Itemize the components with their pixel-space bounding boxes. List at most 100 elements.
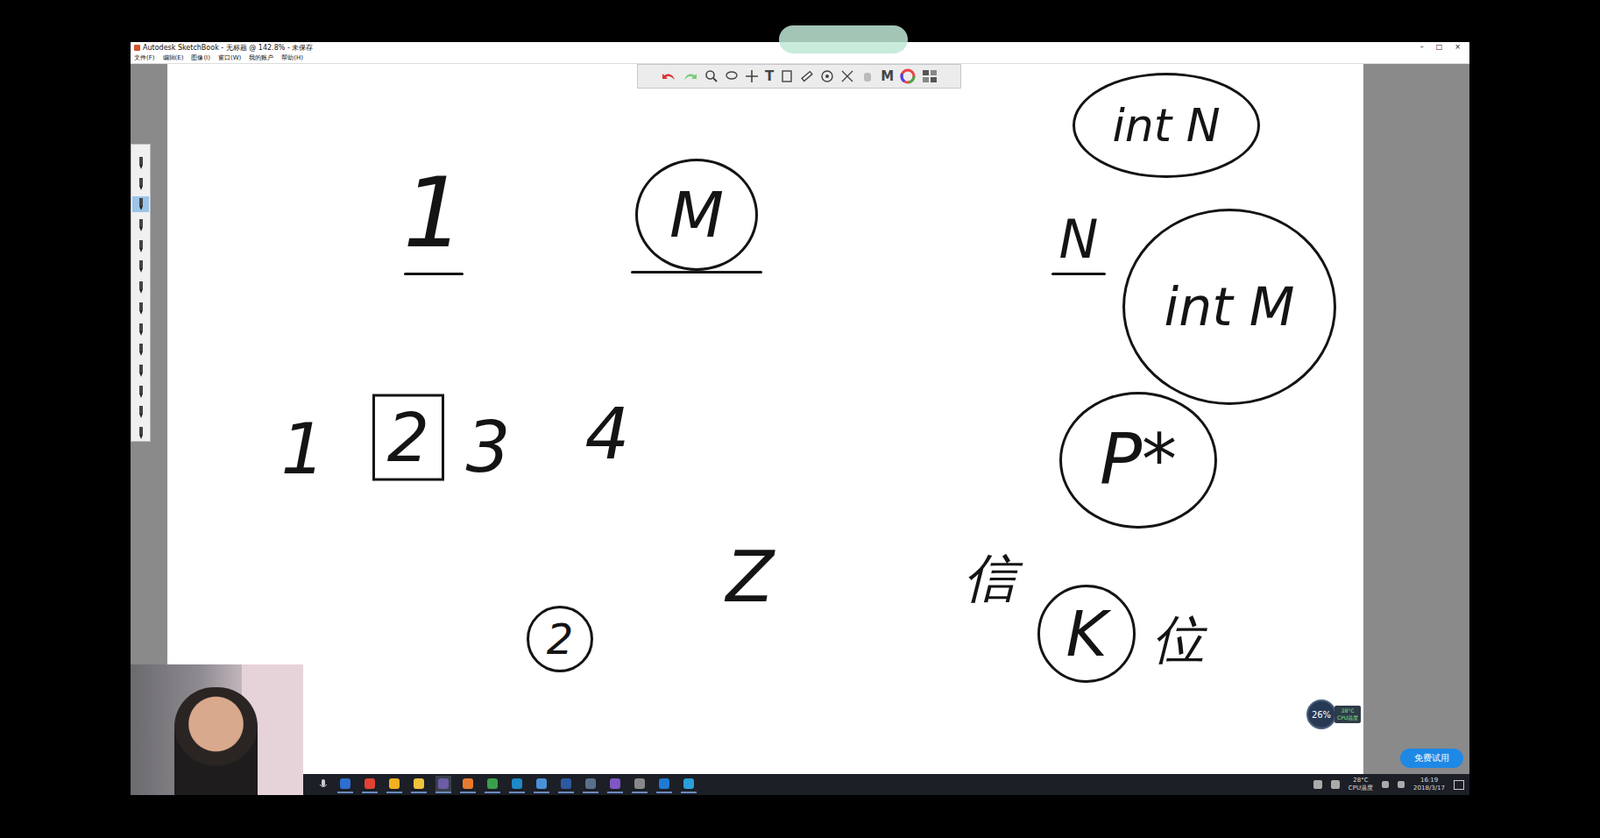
menu-item[interactable]: 文件(F): [134, 53, 156, 63]
swatches-icon[interactable]: [921, 69, 938, 84]
handwritten-text: int N: [1111, 102, 1220, 149]
taskbar-app-icon[interactable]: [460, 775, 476, 793]
handwritten-mark: P*: [1059, 391, 1218, 529]
taskbar-app-icon[interactable]: [337, 775, 354, 793]
handwritten-text: N: [1059, 212, 1099, 266]
handwritten-text: 位: [1152, 612, 1205, 666]
brush-tool[interactable]: [132, 238, 149, 255]
drawing-canvas[interactable]: T M 1 M int N N int M P* 1 2 3 4 2 Z 信 K…: [167, 63, 1364, 774]
window-control-button[interactable]: –: [1420, 42, 1424, 52]
handwritten-mark: int N: [1072, 72, 1261, 178]
zoom-icon[interactable]: [704, 69, 719, 84]
layer-icon[interactable]: [779, 69, 794, 84]
clock[interactable]: 16:19 2018/3/17: [1413, 776, 1445, 793]
free-trial-button[interactable]: 免费试用: [1400, 748, 1464, 768]
window-control-button[interactable]: □: [1436, 42, 1444, 52]
transform-icon[interactable]: [840, 69, 855, 84]
handwritten-mark: 1: [283, 405, 323, 494]
taskbar-app-icon[interactable]: [484, 775, 501, 793]
brush-tool[interactable]: [132, 404, 149, 421]
handwritten-text: 1: [403, 164, 465, 262]
move-icon[interactable]: [744, 69, 759, 84]
microphone-icon[interactable]: [318, 778, 329, 791]
notification-icon[interactable]: [1453, 779, 1465, 790]
brush-tool[interactable]: [132, 424, 149, 441]
right-margin: [1363, 63, 1470, 774]
underline-stroke: [1051, 272, 1107, 276]
system-tray: 28°C CPU温度 16:19 2018/3/17: [1313, 776, 1465, 793]
brush-tool[interactable]: [132, 383, 149, 400]
handwritten-text: P*: [1099, 424, 1177, 496]
taskbar: 28°C CPU温度 16:19 2018/3/17: [130, 773, 1470, 795]
brush-tool[interactable]: [132, 300, 149, 317]
recording-indicator: [778, 25, 908, 54]
text-tool[interactable]: T: [764, 68, 774, 85]
taskbar-app-icon[interactable]: [533, 775, 550, 793]
cpu-usage: 26%: [1306, 699, 1337, 730]
brush-tool[interactable]: [132, 259, 149, 276]
redo-icon[interactable]: [682, 70, 699, 83]
taskbar-app-icon[interactable]: [631, 775, 648, 793]
ink-icon: [135, 239, 147, 254]
brush-tool[interactable]: [132, 176, 149, 192]
menu-item[interactable]: 窗口(W): [218, 53, 241, 63]
handwritten-text: M: [669, 183, 724, 247]
taskbar-app-icon[interactable]: [582, 775, 599, 793]
performance-badge: 26% 28°C CPU温度: [1306, 699, 1361, 730]
sketchbook-icon: [134, 44, 141, 51]
chisel-icon: [135, 363, 147, 378]
fill-icon: [135, 301, 147, 316]
handwritten-mark: Z: [718, 538, 782, 617]
ruler-icon[interactable]: [800, 69, 815, 84]
handwritten-text: 4: [585, 399, 631, 470]
hand-icon[interactable]: [860, 69, 875, 84]
brush-tool[interactable]: [132, 196, 149, 213]
pencil-icon: [135, 155, 147, 170]
tray-icon[interactable]: [1313, 779, 1323, 789]
sketchbook-window: Autodesk SketchBook - 无标题 @ 142.8% - 未保存…: [130, 42, 1470, 795]
menu-item[interactable]: 图像(I): [191, 53, 211, 63]
brush-tool[interactable]: [132, 321, 149, 338]
brush-tool[interactable]: [132, 279, 149, 296]
brush-tool[interactable]: [132, 341, 149, 358]
color-wheel-icon[interactable]: [899, 68, 916, 85]
window-controls: – □ ×: [1420, 42, 1466, 52]
taskbar-app-icon[interactable]: [680, 775, 697, 793]
handwritten-mark: N: [1054, 208, 1104, 270]
workspace: T M 1 M int N N int M P* 1 2 3 4 2 Z 信 K…: [130, 63, 1470, 774]
lasso-icon[interactable]: [724, 69, 739, 84]
handwritten-text: 1: [281, 414, 326, 485]
taskbar-apps: [318, 775, 697, 793]
tray-icon[interactable]: [1330, 779, 1340, 789]
handwritten-mark: 2: [526, 605, 594, 673]
ellipse-guide-icon[interactable]: [820, 69, 835, 84]
brush-tool[interactable]: [132, 155, 149, 171]
taskbar-app-icon[interactable]: [558, 775, 574, 793]
webcam-person: [174, 686, 258, 795]
brush-tool[interactable]: [132, 362, 149, 379]
menu-item[interactable]: 编辑(E): [162, 53, 185, 63]
taskbar-app-icon[interactable]: [656, 775, 673, 793]
handwritten-text: 3: [466, 412, 511, 483]
menu-item[interactable]: 帮助(H): [281, 53, 304, 63]
taskbar-app-icon[interactable]: [386, 775, 403, 793]
symmetry-tool[interactable]: M: [880, 68, 894, 85]
brush-tool[interactable]: [132, 217, 149, 234]
airbrush-icon: [135, 218, 147, 233]
network-icon[interactable]: [1381, 780, 1389, 788]
volume-icon[interactable]: [1397, 780, 1405, 788]
window-control-button[interactable]: ×: [1454, 42, 1461, 52]
taskbar-app-icon[interactable]: [607, 775, 624, 793]
taskbar-app-icon[interactable]: [361, 775, 378, 793]
undo-icon[interactable]: [660, 70, 677, 83]
taskbar-app-icon[interactable]: [509, 775, 525, 793]
watercolor-icon: [135, 425, 147, 440]
menu-item[interactable]: 我的账户: [248, 53, 274, 63]
felt-icon: [135, 384, 147, 399]
taskbar-app-icon[interactable]: [410, 775, 427, 793]
handwritten-text: 2: [546, 617, 574, 660]
taskbar-app-icon[interactable]: [435, 775, 452, 793]
handwritten-mark: 信: [958, 533, 1022, 622]
handwritten-text: int M: [1163, 280, 1295, 333]
brush-icon: [135, 176, 147, 192]
